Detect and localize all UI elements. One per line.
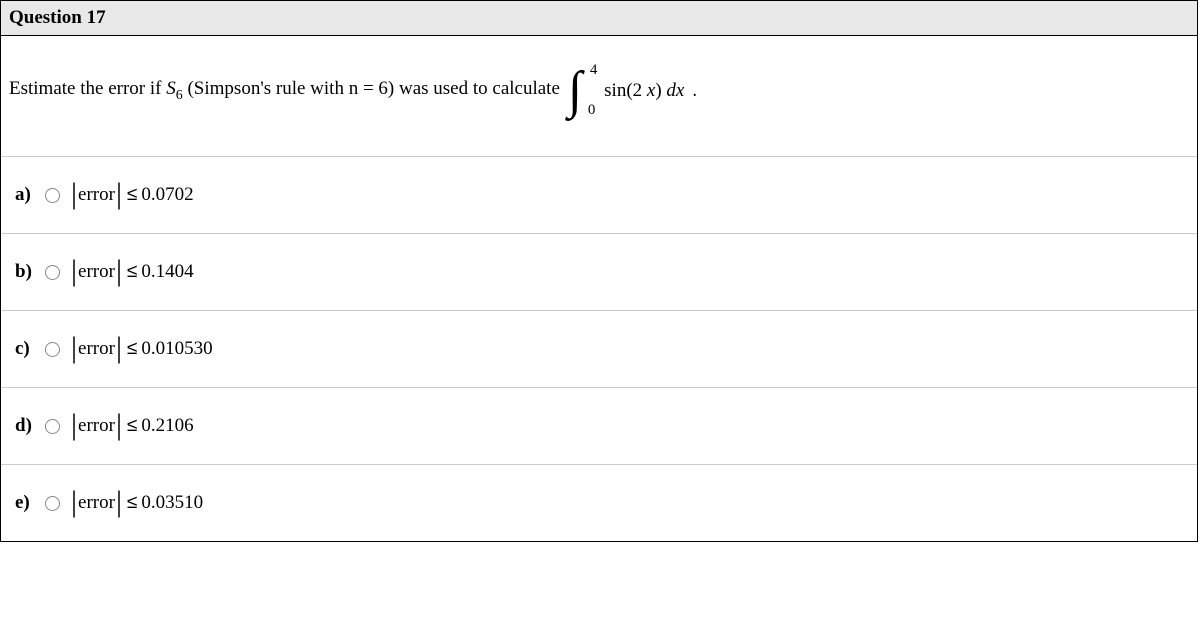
integrand: sin(2 x) dx — [604, 80, 684, 102]
option-letter: d) — [15, 415, 37, 437]
option-e[interactable]: e) |error| ≤ 0.03510 — [1, 465, 1197, 541]
option-expression: |error| ≤ 0.0702 — [70, 184, 194, 206]
question-title: Question 17 — [9, 7, 106, 28]
leq-symbol: ≤ — [123, 184, 141, 206]
radio-icon[interactable] — [45, 265, 60, 280]
leq-symbol: ≤ — [123, 261, 141, 283]
abs-text: error — [78, 415, 115, 437]
option-value: 0.03510 — [141, 492, 203, 514]
option-letter: c) — [15, 338, 37, 360]
abs-bar-right-icon: | — [115, 184, 123, 204]
abs-bar-right-icon: | — [115, 261, 123, 281]
abs-text: error — [78, 184, 115, 206]
prompt-before: Estimate the error if — [9, 78, 166, 99]
leq-symbol: ≤ — [123, 415, 141, 437]
leq-symbol: ≤ — [123, 338, 141, 360]
integral-expression: ∫ 4 0 sin(2 x) dx — [568, 66, 684, 116]
option-letter: b) — [15, 261, 37, 283]
abs-bar-right-icon: | — [115, 492, 123, 512]
radio-icon[interactable] — [45, 496, 60, 511]
abs-bar-left-icon: | — [70, 184, 78, 204]
abs-bar-left-icon: | — [70, 338, 78, 358]
leq-symbol: ≤ — [123, 492, 141, 514]
prompt-tail: . — [692, 80, 697, 102]
abs-text: error — [78, 261, 115, 283]
option-expression: |error| ≤ 0.2106 — [70, 415, 194, 437]
radio-icon[interactable] — [45, 342, 60, 357]
option-letter: a) — [15, 184, 37, 206]
option-a[interactable]: a) |error| ≤ 0.0702 — [1, 157, 1197, 234]
option-value: 0.2106 — [141, 415, 193, 437]
radio-icon[interactable] — [45, 419, 60, 434]
radio-icon[interactable] — [45, 188, 60, 203]
question-container: Question 17 Estimate the error if S6 (Si… — [0, 0, 1198, 542]
option-letter: e) — [15, 492, 37, 514]
option-expression: |error| ≤ 0.010530 — [70, 338, 213, 360]
question-header: Question 17 — [1, 1, 1197, 36]
abs-bar-right-icon: | — [115, 415, 123, 435]
s-subscript: 6 — [176, 88, 183, 103]
abs-bar-left-icon: | — [70, 415, 78, 435]
integral-upper-limit: 4 — [590, 62, 598, 79]
abs-bar-left-icon: | — [70, 492, 78, 512]
option-d[interactable]: d) |error| ≤ 0.2106 — [1, 388, 1197, 465]
integral-lower-limit: 0 — [588, 102, 596, 119]
option-value: 0.0702 — [141, 184, 193, 206]
abs-bar-left-icon: | — [70, 261, 78, 281]
prompt-mid: (Simpson's rule with n = 6) was used to … — [183, 78, 560, 99]
abs-text: error — [78, 492, 115, 514]
prompt-text: Estimate the error if S6 (Simpson's rule… — [9, 78, 560, 104]
s-symbol: S — [166, 78, 176, 99]
abs-bar-right-icon: | — [115, 338, 123, 358]
option-value: 0.010530 — [141, 338, 212, 360]
option-value: 0.1404 — [141, 261, 193, 283]
option-expression: |error| ≤ 0.1404 — [70, 261, 194, 283]
option-expression: |error| ≤ 0.03510 — [70, 492, 203, 514]
option-c[interactable]: c) |error| ≤ 0.010530 — [1, 311, 1197, 388]
integral-sign-icon: ∫ — [568, 66, 582, 116]
abs-text: error — [78, 338, 115, 360]
option-b[interactable]: b) |error| ≤ 0.1404 — [1, 234, 1197, 311]
question-prompt: Estimate the error if S6 (Simpson's rule… — [1, 36, 1197, 157]
